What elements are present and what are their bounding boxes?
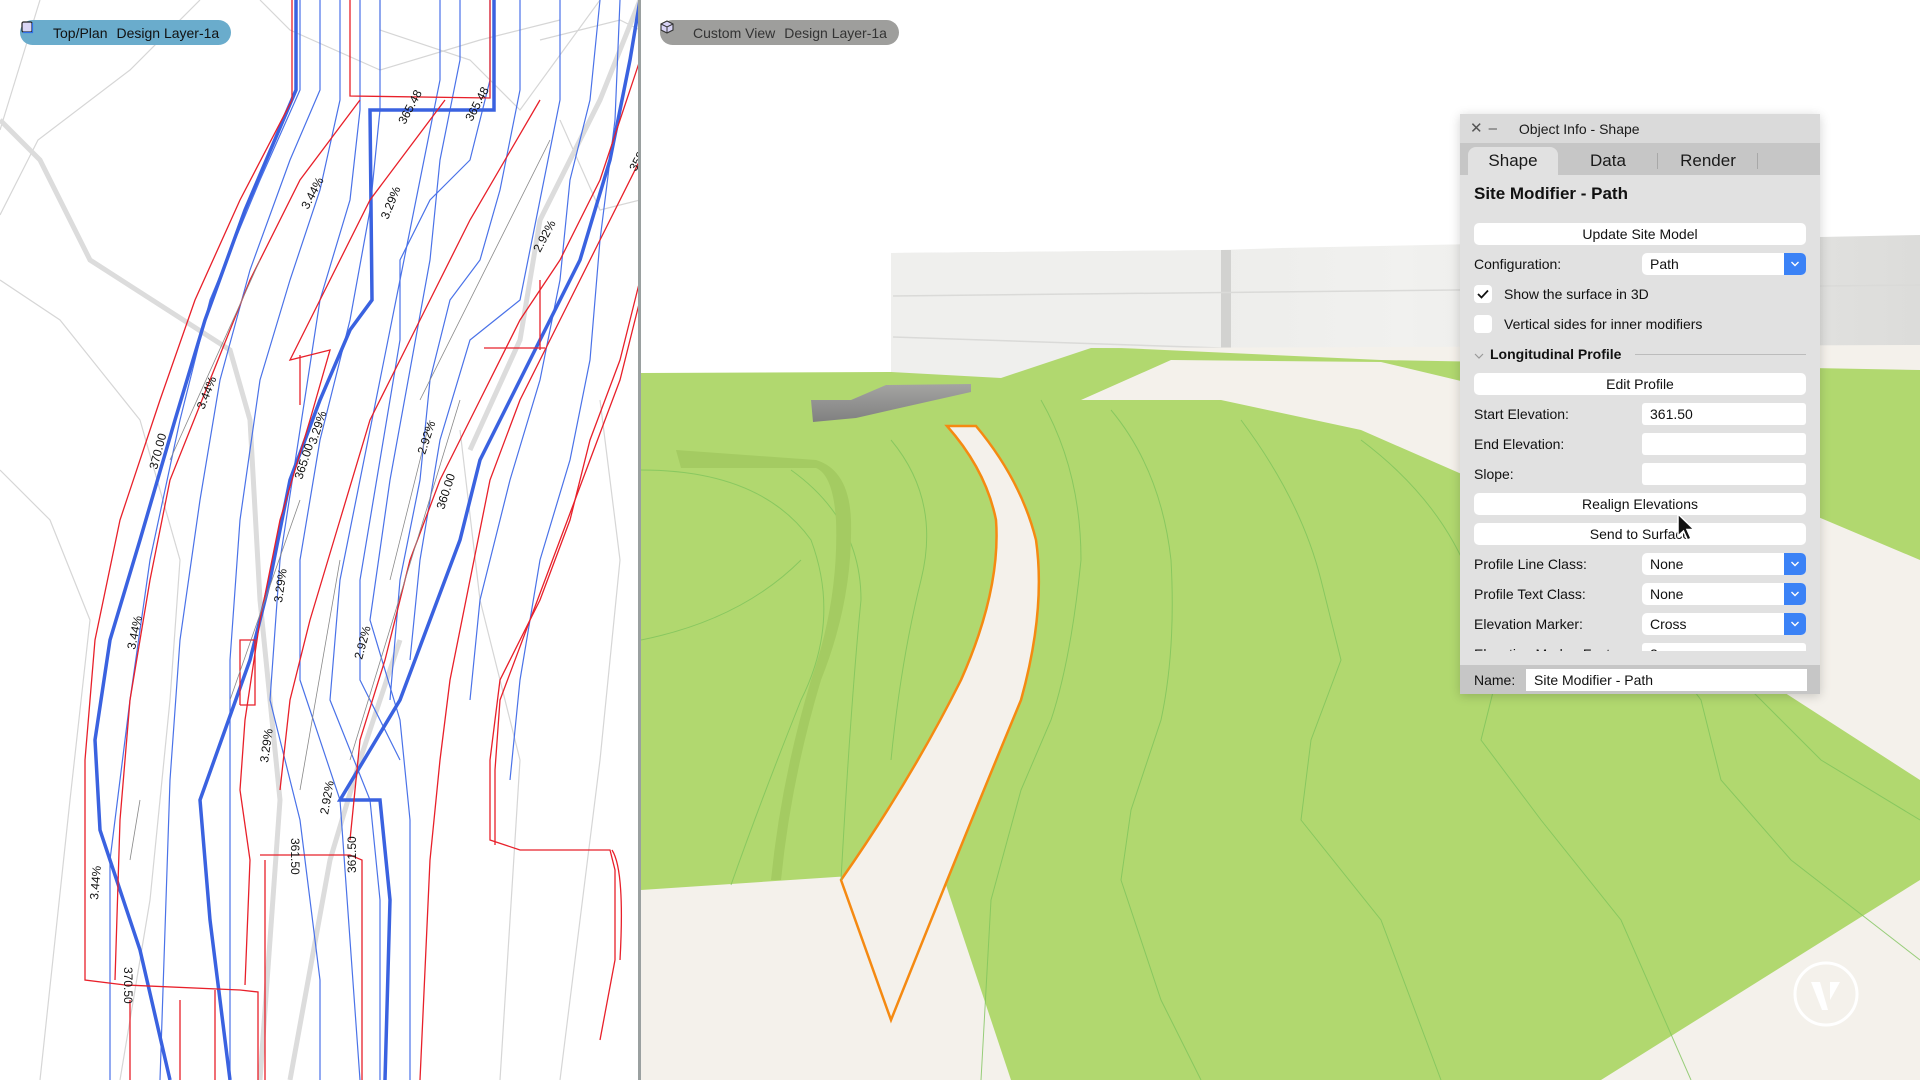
- slope-label: 2.92%: [317, 779, 337, 815]
- plan-view-badge[interactable]: Top/Plan Design Layer-1a: [20, 20, 232, 45]
- slope-label: 3.44%: [87, 865, 104, 900]
- palette-title-bar[interactable]: ✕ – Object Info - Shape: [1460, 114, 1820, 143]
- slope-label: 3.29%: [271, 567, 290, 603]
- chevron-down-icon: [1784, 583, 1806, 605]
- object-type-heading: Site Modifier - Path: [1474, 184, 1628, 203]
- configuration-label: Configuration:: [1474, 256, 1562, 272]
- elev-label: 365.48: [395, 87, 425, 126]
- 3d-view-badge[interactable]: Custom View Design Layer-1a: [660, 20, 899, 45]
- profile-text-class-value: None: [1650, 586, 1684, 602]
- tab-data[interactable]: Data: [1558, 147, 1658, 175]
- slope-label: 3.29%: [378, 184, 404, 221]
- chevron-down-icon: [1784, 253, 1806, 275]
- show-surface-checkbox[interactable]: [1474, 285, 1492, 303]
- elev-label: 360.00: [434, 471, 459, 511]
- view-name: Custom View: [693, 24, 776, 41]
- tab-render[interactable]: Render: [1658, 147, 1758, 175]
- chevron-down-icon: [1784, 553, 1806, 575]
- slope-field[interactable]: [1642, 463, 1806, 485]
- profile-line-class-value: None: [1650, 556, 1684, 572]
- mouse-cursor-icon: [1677, 512, 1696, 541]
- elev-label: 361.50: [345, 836, 359, 873]
- elevation-marker-select[interactable]: Cross: [1642, 613, 1806, 635]
- minor-contours: [109, 0, 621, 1080]
- tab-shape[interactable]: Shape: [1468, 147, 1558, 175]
- cube-view-icon: [660, 20, 684, 40]
- name-label: Name:: [1474, 671, 1516, 688]
- show-surface-label: Show the surface in 3D: [1504, 286, 1649, 302]
- end-elevation-label: End Elevation:: [1474, 436, 1565, 452]
- start-elevation-field[interactable]: 361.50: [1642, 403, 1806, 425]
- plan-drawing: 365.48 365.48 358 3.44% 3.29% 2.92% 3.44…: [0, 0, 640, 1080]
- collapse-icon[interactable]: –: [1489, 121, 1497, 136]
- site-modifier-lines: [84, 0, 640, 1080]
- close-icon[interactable]: ✕: [1470, 121, 1483, 136]
- contour-370: [93, 0, 298, 1080]
- app-window: 365.48 365.48 358 3.44% 3.29% 2.92% 3.44…: [0, 0, 1920, 1080]
- checkmark-icon: [1477, 289, 1489, 299]
- existing-path-centerline: [0, 118, 283, 1080]
- profile-line-class-label: Profile Line Class:: [1474, 556, 1587, 572]
- end-elevation-field[interactable]: [1642, 433, 1806, 455]
- elev-label: 361.50: [288, 838, 302, 875]
- elevation-marker-factor-label: Elevation Marker Factor:: [1474, 646, 1642, 651]
- slope-label: 2.92%: [530, 218, 558, 255]
- contour-360: [336, 0, 640, 1080]
- vertical-sides-label: Vertical sides for inner modifiers: [1504, 316, 1703, 332]
- elevation-marker-label: Elevation Marker:: [1474, 616, 1583, 632]
- chevron-down-icon[interactable]: [1474, 346, 1484, 362]
- layer-name: Design Layer-1a: [116, 24, 220, 41]
- elevation-marker-factor-field[interactable]: 2: [1642, 643, 1806, 651]
- configuration-value: Path: [1650, 256, 1679, 272]
- plan-labels: 365.48 365.48 358 3.44% 3.29% 2.92% 3.44…: [87, 84, 640, 1004]
- elev-label: 370.50: [121, 967, 135, 1004]
- send-to-surface-button[interactable]: Send to Surface: [1474, 523, 1806, 545]
- palette-title: Object Info - Shape: [1518, 120, 1640, 137]
- slope-label: 2.92%: [351, 624, 373, 661]
- longitudinal-profile-section[interactable]: Longitudinal Profile: [1490, 346, 1621, 362]
- elevation-marker-value: Cross: [1650, 616, 1687, 632]
- section-divider: [1635, 353, 1806, 355]
- start-elevation-label: Start Elevation:: [1474, 406, 1569, 422]
- slope-arrows: [129, 139, 551, 861]
- slope-label: 3.44%: [298, 175, 326, 212]
- plan-view-icon: [21, 21, 44, 40]
- configuration-select[interactable]: Path: [1642, 253, 1806, 275]
- profile-line-class-select[interactable]: None: [1642, 553, 1806, 575]
- object-info-palette: ✕ – Object Info - Shape Shape Data Rende…: [1460, 114, 1820, 694]
- slope-label: 3.44%: [124, 614, 145, 651]
- edit-profile-button[interactable]: Edit Profile: [1474, 373, 1806, 395]
- name-bar: Name: Site Modifier - Path: [1460, 665, 1820, 694]
- slope-label: 3.29%: [257, 727, 276, 763]
- slope-label: 3.29%: [306, 409, 330, 446]
- elev-label: 365.48: [462, 84, 492, 123]
- slope-label: Slope:: [1474, 466, 1514, 482]
- vectorworks-logo-icon: [1793, 961, 1859, 1027]
- major-contours: [93, 0, 640, 1080]
- profile-text-class-label: Profile Text Class:: [1474, 586, 1586, 602]
- plan-viewport[interactable]: 365.48 365.48 358 3.44% 3.29% 2.92% 3.44…: [0, 0, 640, 1080]
- palette-tabs: Shape Data Render: [1460, 143, 1820, 175]
- vertical-sides-checkbox[interactable]: [1474, 315, 1492, 333]
- contour-365: [198, 0, 496, 1080]
- chevron-down-icon: [1784, 613, 1806, 635]
- palette-properties[interactable]: Update Site Model Configuration: Path Sh…: [1460, 215, 1820, 651]
- update-site-model-button[interactable]: Update Site Model: [1474, 223, 1806, 245]
- realign-elevations-button[interactable]: Realign Elevations: [1474, 493, 1806, 515]
- view-name: Top/Plan: [53, 24, 108, 41]
- layer-name: Design Layer-1a: [784, 24, 887, 41]
- name-field[interactable]: Site Modifier - Path: [1526, 668, 1807, 691]
- profile-text-class-select[interactable]: None: [1642, 583, 1806, 605]
- slope-label: 2.92%: [415, 419, 439, 456]
